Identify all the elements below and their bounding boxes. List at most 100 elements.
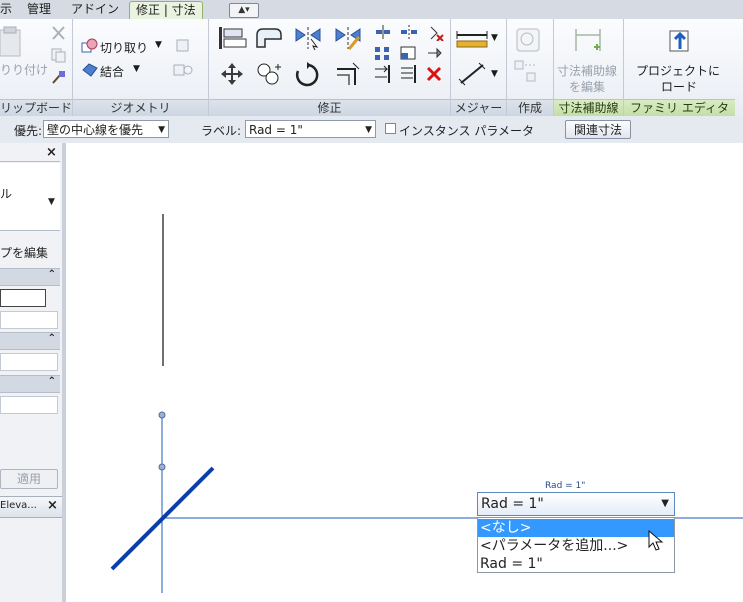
edit-type-link[interactable]: プを編集 <box>0 244 48 261</box>
chevron-down-icon: ▼ <box>365 125 372 135</box>
grip-handle <box>158 411 166 419</box>
join-dropdown-arrow[interactable]: ▼ <box>133 64 140 74</box>
match-properties-icon[interactable] <box>50 69 68 85</box>
copy-icon[interactable] <box>50 47 68 63</box>
cut-geometry-icon[interactable] <box>81 38 99 54</box>
mouse-cursor-icon <box>648 530 664 551</box>
label-dropdown-list: <なし> <パラメータを追加...> Rad = 1" <box>477 517 675 573</box>
property-field-active[interactable] <box>0 289 46 307</box>
edit-witness-lines-label-2[interactable]: を編集 <box>569 78 605 95</box>
geometry-panel-title: ジオメトリ <box>73 99 208 116</box>
delete-icon[interactable] <box>425 65 445 83</box>
collapse-icon: ⌃ <box>47 333 56 344</box>
cut-dropdown-arrow[interactable]: ▼ <box>155 40 162 50</box>
move-icon[interactable] <box>219 61 245 87</box>
view-tab-label: Eleva... <box>0 500 37 511</box>
chevron-down-icon: ▼ <box>158 125 165 135</box>
load-into-project-icon[interactable] <box>664 25 696 55</box>
split-element-icon[interactable] <box>373 25 393 39</box>
instance-parameter-checkbox[interactable] <box>385 123 396 134</box>
rotate-icon[interactable] <box>293 61 321 89</box>
load-into-project-label-2[interactable]: ロード <box>661 78 697 95</box>
label-select-value: Rad = 1" <box>249 123 303 137</box>
geometry-panel: 切り取り ▼ 結合 ▼ ジオメトリ <box>73 19 209 116</box>
offset-icon[interactable] <box>253 25 283 51</box>
ribbon: りり付け リップボード 切り取り ▼ 結合 ▼ ジオメトリ 修正 ▼ ▼ メジャ… <box>0 19 743 117</box>
properties-palette: × ル ▼ プを編集 ⌃ ⌃ ⌃ 適用 Eleva... × <box>0 143 63 602</box>
property-field[interactable] <box>0 311 58 329</box>
create-panel-title: 作成 <box>507 99 553 116</box>
measure-dropdown-arrow[interactable]: ▼ <box>491 33 498 43</box>
dimension-dropdown-arrow[interactable]: ▼ <box>491 69 498 79</box>
scale-icon[interactable] <box>399 45 419 61</box>
mirror-draw-axis-icon[interactable] <box>333 25 363 51</box>
measure-panel-title: メジャー <box>451 99 506 116</box>
align-icon[interactable] <box>217 25 247 51</box>
modify-panel: 修正 <box>209 19 451 116</box>
chevron-down-icon: ▼ <box>661 498 669 509</box>
dropdown-option-rad[interactable]: Rad = 1" <box>478 555 674 573</box>
load-into-project-label-1[interactable]: プロジェクトに <box>636 62 720 79</box>
join-geometry-icon[interactable] <box>81 62 99 78</box>
tab-modify-dimension[interactable]: 修正 | 寸法 <box>129 1 203 19</box>
properties-close-icon[interactable]: × <box>46 145 57 160</box>
paste-label: りり付け <box>0 63 49 77</box>
edit-witness-lines-label-1[interactable]: 寸法補助線 <box>557 62 617 79</box>
copy-element-icon[interactable] <box>255 61 283 87</box>
clipboard-panel: りり付け リップボード <box>0 19 73 116</box>
grip-handle <box>158 463 166 471</box>
apply-button[interactable]: 適用 <box>0 469 58 489</box>
create-similar-icon[interactable] <box>513 25 545 53</box>
section-header[interactable]: ⌃ <box>0 268 60 286</box>
cut-scissors-icon[interactable] <box>50 25 68 41</box>
ribbon-minimize-button[interactable]: ▲▾ <box>229 3 259 18</box>
join-geometry-label[interactable]: 結合 <box>100 63 124 80</box>
prefer-select-value: 壁の中心線を優先 <box>47 123 144 137</box>
paste-icon[interactable] <box>0 24 24 58</box>
clipboard-panel-title: リップボード <box>0 99 72 116</box>
label-dropdown-value: Rad = 1" <box>481 496 544 512</box>
view-tab-close-icon[interactable]: × <box>47 498 58 513</box>
chevron-down-icon[interactable]: ▼ <box>48 197 55 207</box>
section-header[interactable]: ⌃ <box>0 332 60 350</box>
split-face-icon[interactable] <box>173 62 195 78</box>
dropdown-option-add-parameter[interactable]: <パラメータを追加...> <box>478 537 674 555</box>
property-field[interactable] <box>0 396 58 414</box>
mirror-pick-axis-icon[interactable] <box>293 25 323 51</box>
tab-addins[interactable]: アドイン <box>71 1 119 18</box>
tab-view[interactable]: 示 <box>0 1 12 18</box>
type-selector[interactable]: ル ▼ <box>0 163 60 231</box>
measure-panel: ▼ ▼ メジャー <box>451 19 507 116</box>
create-group-icon[interactable] <box>513 59 545 87</box>
cut-geometry-label[interactable]: 切り取り <box>100 39 148 56</box>
collapse-icon: ⌃ <box>47 269 56 280</box>
label-select[interactable]: Rad = 1" ▼ <box>245 120 376 138</box>
type-selector-name: ル <box>0 187 13 201</box>
prefer-select[interactable]: 壁の中心線を優先 ▼ <box>43 120 169 138</box>
trim-extend-multiple-icon[interactable] <box>399 65 419 83</box>
wall-joins-icon[interactable] <box>175 38 191 54</box>
family-editor-panel: プロジェクトに ロード ファミリ エディタ <box>624 19 735 116</box>
prefer-label: 優先: <box>14 124 43 138</box>
create-panel: 作成 <box>507 19 554 116</box>
section-header[interactable]: ⌃ <box>0 375 60 393</box>
family-editor-panel-title: ファミリ エディタ <box>624 99 735 116</box>
measure-between-icon[interactable] <box>455 27 489 51</box>
related-dimensions-button[interactable]: 関連寸法 <box>565 120 631 139</box>
edit-witness-lines-icon[interactable] <box>572 25 604 55</box>
label-label: ラベル: <box>201 124 242 138</box>
ribbon-tab-bar: 示 管理 アドイン 修正 | 寸法 ▲▾ <box>0 0 743 20</box>
tab-manage[interactable]: 管理 <box>27 1 51 18</box>
trim-extend-single-icon[interactable] <box>373 65 393 83</box>
property-field[interactable] <box>0 353 58 371</box>
trim-extend-corner-icon[interactable] <box>333 61 363 87</box>
label-dropdown[interactable]: Rad = 1" ▼ <box>477 492 675 516</box>
unpin-icon[interactable] <box>425 25 445 41</box>
pin-icon[interactable] <box>425 45 445 61</box>
dropdown-option-none[interactable]: <なし> <box>478 519 674 537</box>
view-tab[interactable]: Eleva... × <box>0 496 62 518</box>
dimension-label-text: Rad = 1" <box>545 481 586 491</box>
array-icon[interactable] <box>373 45 393 61</box>
split-with-gap-icon[interactable] <box>399 25 419 39</box>
aligned-dimension-icon[interactable] <box>457 61 487 87</box>
